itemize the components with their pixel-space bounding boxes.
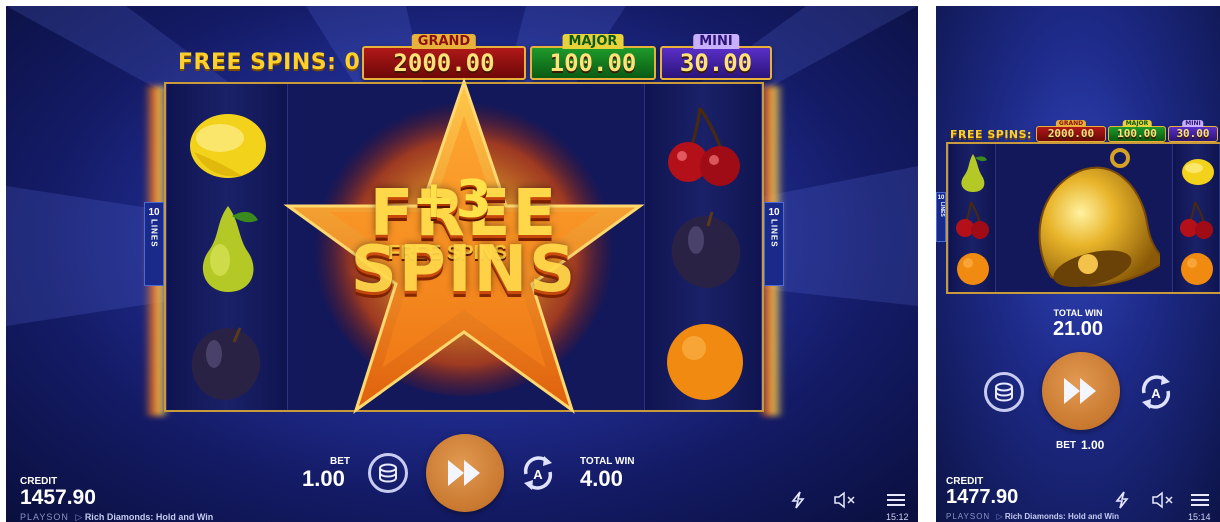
symbol-cherry: [954, 198, 992, 242]
symbol-lemon: [1178, 152, 1216, 192]
provider-arrow-icon: ▷: [75, 512, 83, 522]
lines-count: 10: [937, 195, 945, 201]
bet-selector-button[interactable]: [984, 372, 1024, 412]
footer-brand: PLAYSON ▷ Rich Diamonds: Hold and Win: [946, 512, 1119, 521]
main-game-screen: FREE SPINS: 0 GRAND 2000.00 MAJOR 100.00…: [6, 6, 918, 522]
symbol-plum: [660, 204, 750, 294]
menu-icon: [887, 494, 905, 506]
provider-logo: PLAYSON: [20, 512, 69, 522]
lines-count: 10: [148, 207, 160, 218]
jackpot-major-title: MAJOR: [1122, 120, 1152, 127]
spin-button[interactable]: [426, 434, 504, 512]
symbol-bell-big: [1038, 148, 1160, 287]
spin-button[interactable]: [1042, 352, 1120, 430]
lines-indicator-left: 10 LINES: [936, 192, 946, 242]
jackpot-grand-value: 2000.00: [1047, 127, 1095, 140]
jackpot-major-value: 100.00: [549, 49, 637, 77]
turbo-button[interactable]: [788, 490, 808, 510]
coin-stack-icon: [379, 463, 397, 483]
total-win-value: 4.00: [580, 466, 623, 491]
lines-count: 10: [768, 207, 780, 218]
banner-plus-three: +3: [412, 170, 492, 230]
jackpot-mini-value: 30.00: [1176, 127, 1210, 140]
menu-button[interactable]: [886, 492, 906, 508]
lines-text: LINES: [149, 218, 159, 248]
svg-text:A: A: [1151, 386, 1161, 401]
credit-value: 1457.90: [20, 486, 96, 509]
jackpot-major: MAJOR 100.00: [1108, 120, 1166, 142]
turbo-button[interactable]: [1112, 490, 1132, 510]
secondary-game-screen: FREE SPINS: 0 GRAND 2000.00 MAJOR 100.00…: [936, 6, 1220, 522]
provider-arrow-icon: ▷: [996, 512, 1003, 521]
svg-text:A: A: [533, 467, 543, 482]
bet-selector-button[interactable]: [368, 453, 408, 493]
jackpot-grand: GRAND 2000.00: [362, 34, 526, 80]
lightning-icon: [791, 491, 805, 509]
jackpot-grand-title: GRAND: [1055, 120, 1087, 127]
symbol-plum: [180, 320, 270, 404]
jackpot-grand-value: 2000.00: [393, 49, 495, 77]
total-win-label: TOTAL WIN: [1053, 308, 1103, 318]
menu-button[interactable]: [1190, 492, 1210, 508]
symbol-orange: [954, 248, 992, 288]
free-spins-counter: FREE SPINS: 0: [950, 128, 1045, 141]
lines-indicator-left: 10 LINES: [144, 202, 164, 286]
symbol-orange: [1178, 248, 1216, 288]
autoplay-icon: A: [1141, 375, 1171, 409]
jackpot-major-value: 100.00: [1117, 127, 1157, 140]
coin-stack-icon: [995, 382, 1013, 402]
bet-label: BET: [1056, 440, 1076, 451]
symbol-cherry: [660, 98, 750, 190]
symbol-pear: [954, 150, 992, 194]
credit-value: 1477.90: [946, 486, 1019, 508]
bet-value: 1.00: [302, 466, 345, 491]
footer-brand: PLAYSON ▷ Rich Diamonds: Hold and Win: [20, 512, 213, 522]
autoplay-icon: A: [523, 456, 553, 490]
free-spins-counter: FREE SPINS: 0: [178, 50, 361, 75]
sound-toggle-button[interactable]: [1150, 490, 1176, 510]
symbol-orange: [660, 316, 750, 406]
jackpot-mini-value: 30.00: [679, 49, 753, 77]
jackpot-grand: GRAND 2000.00: [1036, 120, 1106, 142]
jackpot-mini: MINI 30.00: [1168, 120, 1218, 142]
lines-indicator-right: 10 LINES: [764, 202, 784, 286]
symbol-pear: [180, 196, 270, 296]
sound-toggle-button[interactable]: [832, 490, 858, 510]
jackpot-mini: MINI 30.00: [660, 34, 772, 80]
lightning-icon: [1115, 491, 1129, 509]
bet-value: 1.00: [1081, 438, 1105, 452]
game-title: Rich Diamonds: Hold and Win: [84, 512, 214, 522]
autoplay-button[interactable]: A: [516, 453, 560, 493]
lines-text: LINES: [938, 201, 945, 217]
jackpot-mini-title: MINI: [693, 34, 739, 49]
fast-forward-icon: [1064, 378, 1096, 404]
reel-area: [946, 142, 1220, 294]
symbol-cherry: [1178, 198, 1216, 242]
jackpot-grand-title: GRAND: [411, 34, 477, 49]
total-win-value: 21.00: [1052, 318, 1104, 340]
symbol-lemon: [180, 106, 270, 186]
game-title: Rich Diamonds: Hold and Win: [1004, 512, 1119, 521]
clock: 15:14: [1188, 512, 1211, 522]
clock: 15:12: [886, 512, 909, 522]
jackpot-major-title: MAJOR: [562, 34, 624, 49]
fast-forward-icon: [448, 460, 480, 486]
banner-spins-text: SPINS: [350, 233, 578, 307]
mute-icon: [834, 491, 855, 509]
mute-icon: [1152, 491, 1173, 509]
autoplay-button[interactable]: A: [1134, 372, 1178, 412]
jackpot-mini-title: MINI: [1182, 120, 1204, 127]
provider-logo: PLAYSON: [946, 512, 991, 521]
jackpot-major: MAJOR 100.00: [530, 34, 656, 80]
lines-text: LINES: [769, 218, 779, 248]
menu-icon: [1191, 494, 1209, 506]
